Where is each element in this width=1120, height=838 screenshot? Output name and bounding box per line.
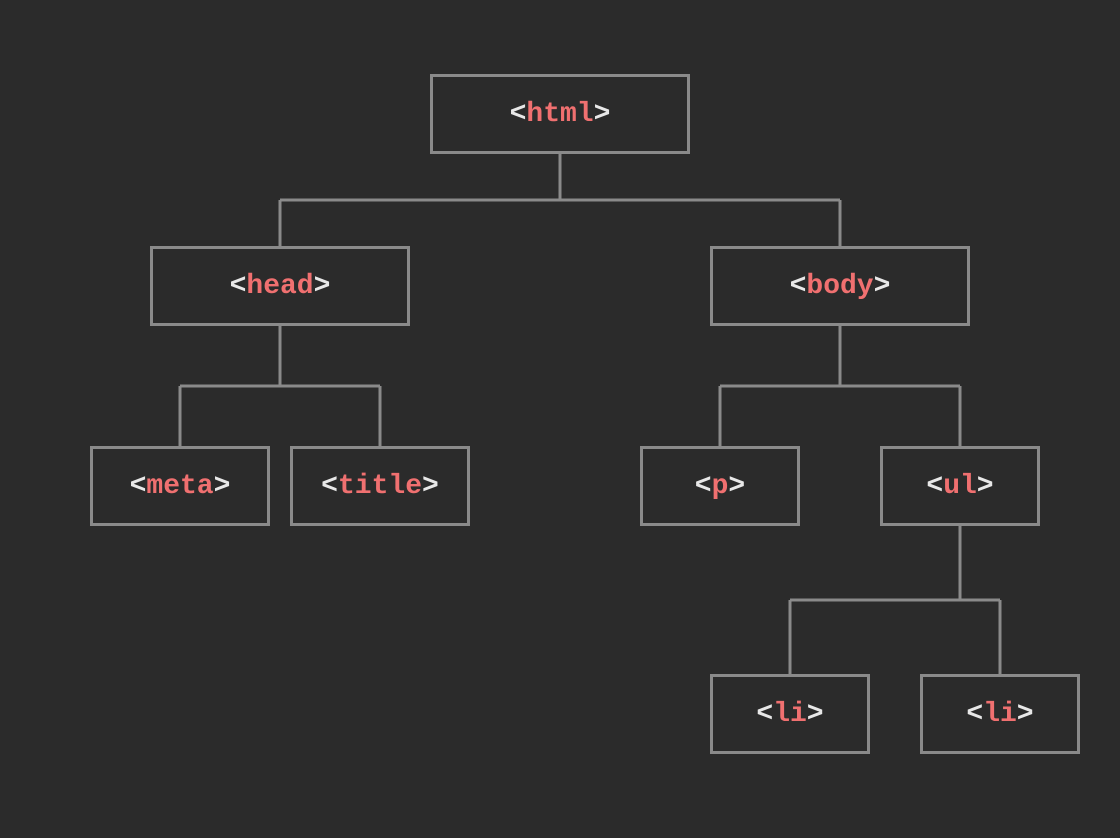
bracket-close: > — [214, 471, 231, 502]
bracket-open: < — [130, 471, 147, 502]
node-meta: <meta> — [90, 446, 270, 526]
tag-name: title — [338, 471, 422, 502]
tag-name: li — [983, 699, 1017, 730]
bracket-open: < — [756, 699, 773, 730]
node-li-2: <li> — [920, 674, 1080, 754]
node-title: <title> — [290, 446, 470, 526]
bracket-close: > — [807, 699, 824, 730]
tag-name: p — [712, 471, 729, 502]
bracket-close: > — [728, 471, 745, 502]
tag-name: body — [806, 271, 873, 302]
bracket-open: < — [695, 471, 712, 502]
tag-name: ul — [943, 471, 977, 502]
node-body: <body> — [710, 246, 970, 326]
node-html: <html> — [430, 74, 690, 154]
bracket-open: < — [926, 471, 943, 502]
node-ul: <ul> — [880, 446, 1040, 526]
bracket-open: < — [230, 271, 247, 302]
bracket-close: > — [594, 99, 611, 130]
tag-name: meta — [146, 471, 213, 502]
bracket-close: > — [314, 271, 331, 302]
bracket-open: < — [790, 271, 807, 302]
bracket-close: > — [874, 271, 891, 302]
bracket-close: > — [422, 471, 439, 502]
bracket-open: < — [966, 699, 983, 730]
bracket-close: > — [1017, 699, 1034, 730]
bracket-close: > — [977, 471, 994, 502]
node-head: <head> — [150, 246, 410, 326]
node-li-1: <li> — [710, 674, 870, 754]
tag-name: head — [246, 271, 313, 302]
tag-name: html — [526, 99, 593, 130]
node-p: <p> — [640, 446, 800, 526]
bracket-open: < — [510, 99, 527, 130]
tag-name: li — [773, 699, 807, 730]
bracket-open: < — [321, 471, 338, 502]
